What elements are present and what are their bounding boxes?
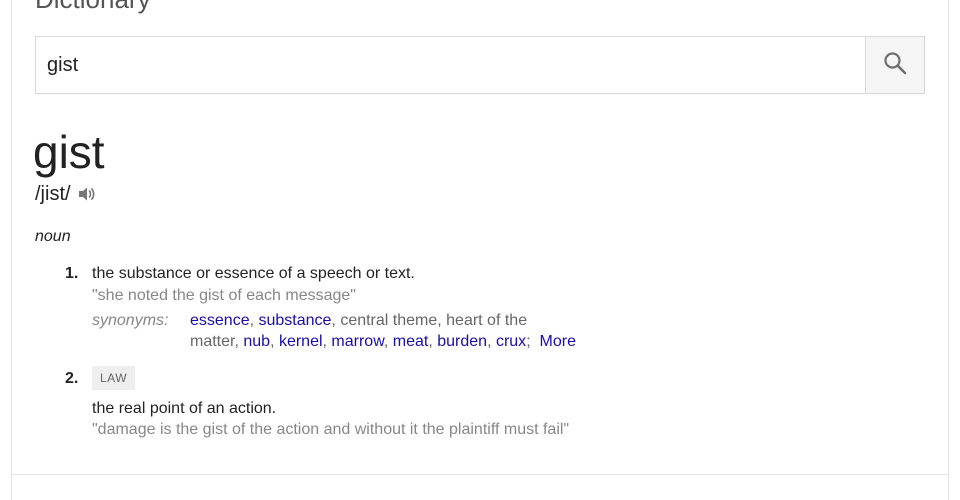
- synonym-link[interactable]: burden: [437, 333, 487, 350]
- speaker-icon[interactable]: [77, 185, 97, 203]
- synonym-separator: ,: [383, 333, 393, 350]
- sense-definition: the real point of an action.: [92, 400, 277, 417]
- synonym-link[interactable]: meat: [393, 333, 429, 350]
- synonym-link[interactable]: marrow: [331, 333, 383, 350]
- synonyms-list: essence, substance, central theme, heart…: [190, 310, 910, 352]
- synonym-separator: ,: [487, 333, 496, 350]
- search-box: [35, 36, 925, 94]
- search-icon: [883, 51, 907, 80]
- synonyms-label: synonyms:: [92, 312, 169, 329]
- sense-example: "she noted the gist of each message": [92, 287, 356, 304]
- sense-number: 2.: [65, 370, 79, 387]
- card-title: Dictionary: [35, 0, 151, 14]
- synonym-separator: ,: [331, 312, 341, 329]
- synonym-link[interactable]: kernel: [279, 333, 323, 350]
- synonym-link[interactable]: crux: [496, 333, 526, 350]
- part-of-speech: noun: [35, 228, 71, 245]
- sense-example: "damage is the gist of the action and wi…: [92, 421, 570, 438]
- headword: gist: [33, 126, 105, 178]
- domain-label: LAW: [92, 366, 136, 390]
- synonym-separator: ,: [437, 312, 447, 329]
- synonym-link[interactable]: More: [540, 333, 576, 350]
- synonym-link[interactable]: substance: [258, 312, 331, 329]
- sense-definition: the substance or essence of a speech or …: [92, 265, 415, 282]
- synonym-link[interactable]: essence: [190, 312, 250, 329]
- synonym-separator: ;: [526, 333, 540, 350]
- synonym-text: central theme: [340, 312, 438, 329]
- synonym-separator: ,: [428, 333, 438, 350]
- pronunciation-row: /jist/: [35, 180, 97, 208]
- synonym-separator: ,: [270, 333, 279, 350]
- synonym-link[interactable]: nub: [243, 333, 270, 350]
- search-button[interactable]: [865, 37, 924, 93]
- search-input[interactable]: [36, 37, 866, 93]
- card-divider: [11, 474, 949, 475]
- pronunciation: /jist/: [35, 182, 71, 205]
- sense-number: 1.: [65, 265, 79, 282]
